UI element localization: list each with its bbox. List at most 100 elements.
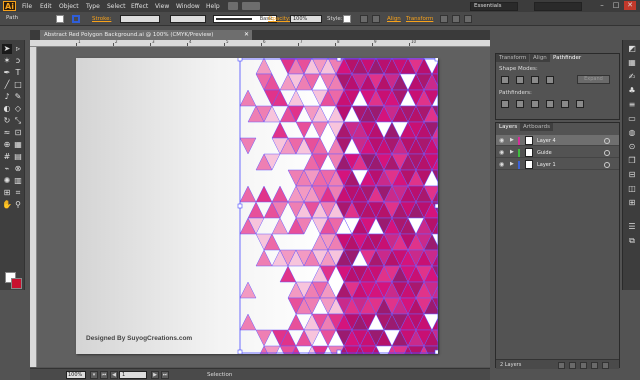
align-panel-icon[interactable]: ⊟ <box>627 170 637 180</box>
stroke-panel-icon[interactable]: ≡ <box>627 100 637 110</box>
visibility-eye-icon[interactable]: ◉ <box>499 149 504 156</box>
polygon-triangle[interactable] <box>271 121 289 139</box>
align-left-icon[interactable] <box>440 15 448 23</box>
merge-icon[interactable] <box>531 100 539 108</box>
stroke-swatch[interactable] <box>72 15 80 23</box>
eyedropper-icon[interactable]: ⌁ <box>2 164 12 174</box>
pen-icon[interactable]: ✒ <box>2 68 12 78</box>
clipping-mask-icon[interactable] <box>569 362 576 369</box>
graphic-style-swatch[interactable] <box>343 15 351 23</box>
minus-front-icon[interactable] <box>516 76 524 84</box>
expand-arrow-icon[interactable]: ▶ <box>510 149 514 155</box>
layer-target-icon[interactable] <box>604 138 610 144</box>
polygon-triangle[interactable] <box>311 121 329 139</box>
layer-name[interactable]: Layer 4 <box>537 138 556 144</box>
menu-window[interactable]: Window <box>176 2 200 11</box>
align-right-icon[interactable] <box>464 15 472 23</box>
resize-handle[interactable] <box>434 203 438 209</box>
polygon-triangle[interactable] <box>271 217 289 235</box>
intersect-icon[interactable] <box>531 76 539 84</box>
layer-target-icon[interactable] <box>604 150 610 156</box>
artboards-panel-icon[interactable]: ⧉ <box>627 236 637 246</box>
opacity-field[interactable]: 100% <box>290 15 322 23</box>
align-link[interactable]: Align <box>387 16 401 22</box>
recolor-artwork-icon[interactable] <box>360 15 368 23</box>
expand-arrow-icon[interactable]: ▶ <box>510 137 514 143</box>
menu-effect[interactable]: Effect <box>131 2 148 11</box>
menu-object[interactable]: Object <box>59 2 79 11</box>
tab-pathfinder[interactable]: Pathfinder <box>550 54 585 62</box>
magic-wand-icon[interactable]: ✶ <box>2 56 12 66</box>
menu-view[interactable]: View <box>155 2 169 11</box>
polygon-triangle[interactable] <box>319 329 337 347</box>
minus-back-icon[interactable] <box>576 100 584 108</box>
polygon-triangle[interactable] <box>247 201 265 219</box>
resize-handle[interactable] <box>237 203 243 209</box>
artboard[interactable] <box>76 58 438 354</box>
stroke-color-swatch[interactable] <box>11 278 22 289</box>
trim-icon[interactable] <box>516 100 524 108</box>
menu-type[interactable]: Type <box>86 2 100 11</box>
vertical-ruler[interactable] <box>30 47 37 367</box>
previous-artboard-icon[interactable]: ◀ <box>110 371 118 379</box>
tab-artboards[interactable]: Artboards <box>520 123 553 131</box>
crop-icon[interactable] <box>546 100 554 108</box>
layer-row[interactable]: ◉ ▶ Layer 4 <box>496 135 619 146</box>
fill-stroke-selector[interactable] <box>5 272 23 290</box>
help-search-input[interactable] <box>534 2 582 11</box>
last-artboard-icon[interactable]: ⏭ <box>161 371 169 379</box>
arrange-documents-icon[interactable] <box>242 2 260 10</box>
layer-name[interactable]: Layer 1 <box>537 162 556 168</box>
layer-row[interactable]: ◉ ▶ Layer 1 <box>496 159 619 170</box>
symbols-panel-icon[interactable]: ♣ <box>627 86 637 96</box>
polygon-triangle[interactable] <box>239 313 257 331</box>
canvas[interactable] <box>37 47 490 367</box>
swatches-panel-icon[interactable]: ▦ <box>627 58 637 68</box>
blob-brush-icon[interactable]: ◐ <box>2 104 12 114</box>
transparency-panel-icon[interactable]: ◍ <box>627 128 637 138</box>
maximize-button[interactable]: □ <box>610 1 622 10</box>
new-layer-icon[interactable] <box>591 362 598 369</box>
document-tab[interactable]: Abstract Red Polygon Background.ai @ 100… <box>40 30 252 40</box>
pencil-icon[interactable]: ✎ <box>13 92 23 102</box>
column-graph-icon[interactable]: ▥ <box>13 176 23 186</box>
polygon-triangle[interactable] <box>239 185 257 203</box>
resize-handle[interactable] <box>434 58 438 62</box>
visibility-eye-icon[interactable]: ◉ <box>499 137 504 144</box>
width-icon[interactable]: ≈ <box>2 128 12 138</box>
exclude-icon[interactable] <box>546 76 554 84</box>
pathfinder-panel-icon[interactable]: ◫ <box>627 184 637 194</box>
shape-builder-icon[interactable]: ⊕ <box>2 140 12 150</box>
fill-swatch[interactable] <box>56 15 64 23</box>
align-center-icon[interactable] <box>452 15 460 23</box>
visibility-eye-icon[interactable]: ◉ <box>499 161 504 168</box>
new-sublayer-icon[interactable] <box>580 362 587 369</box>
symbol-sprayer-icon[interactable]: ✺ <box>2 176 12 186</box>
layer-row[interactable]: ◉ ▶ Guide <box>496 147 619 158</box>
polygon-triangle[interactable] <box>287 89 305 107</box>
artboard-icon[interactable]: ⊞ <box>2 188 12 198</box>
tab-layers[interactable]: Layers <box>496 123 521 131</box>
type-icon[interactable]: T <box>13 68 23 78</box>
gradient-icon[interactable]: ▤ <box>13 152 23 162</box>
scale-icon[interactable]: ⤡ <box>13 116 23 126</box>
zoom-dropdown-icon[interactable]: ▾ <box>90 371 98 379</box>
polygon-triangle[interactable] <box>255 185 273 203</box>
polygon-triangle[interactable] <box>255 329 273 347</box>
resize-handle[interactable] <box>237 58 243 62</box>
zoom-icon[interactable]: ⚲ <box>13 200 23 210</box>
locate-object-icon[interactable] <box>558 362 565 369</box>
menu-edit[interactable]: Edit <box>40 2 52 11</box>
polygon-triangle[interactable] <box>271 185 289 203</box>
transform-link[interactable]: Transform <box>406 16 433 22</box>
outline-icon[interactable] <box>561 100 569 108</box>
direct-selection-tool-icon[interactable]: ▹ <box>13 44 23 54</box>
stroke-weight-field[interactable] <box>120 15 160 23</box>
rectangle-icon[interactable]: □ <box>13 80 23 90</box>
horizontal-ruler[interactable]: 1 2 3 4 5 6 7 8 9 10 <box>30 40 490 47</box>
slice-icon[interactable]: ⌗ <box>13 188 23 198</box>
bridge-icon[interactable] <box>228 2 238 10</box>
transform-panel-icon[interactable]: ⊞ <box>627 198 637 208</box>
isolate-group-icon[interactable] <box>372 15 380 23</box>
variable-width-dropdown[interactable] <box>170 15 206 23</box>
